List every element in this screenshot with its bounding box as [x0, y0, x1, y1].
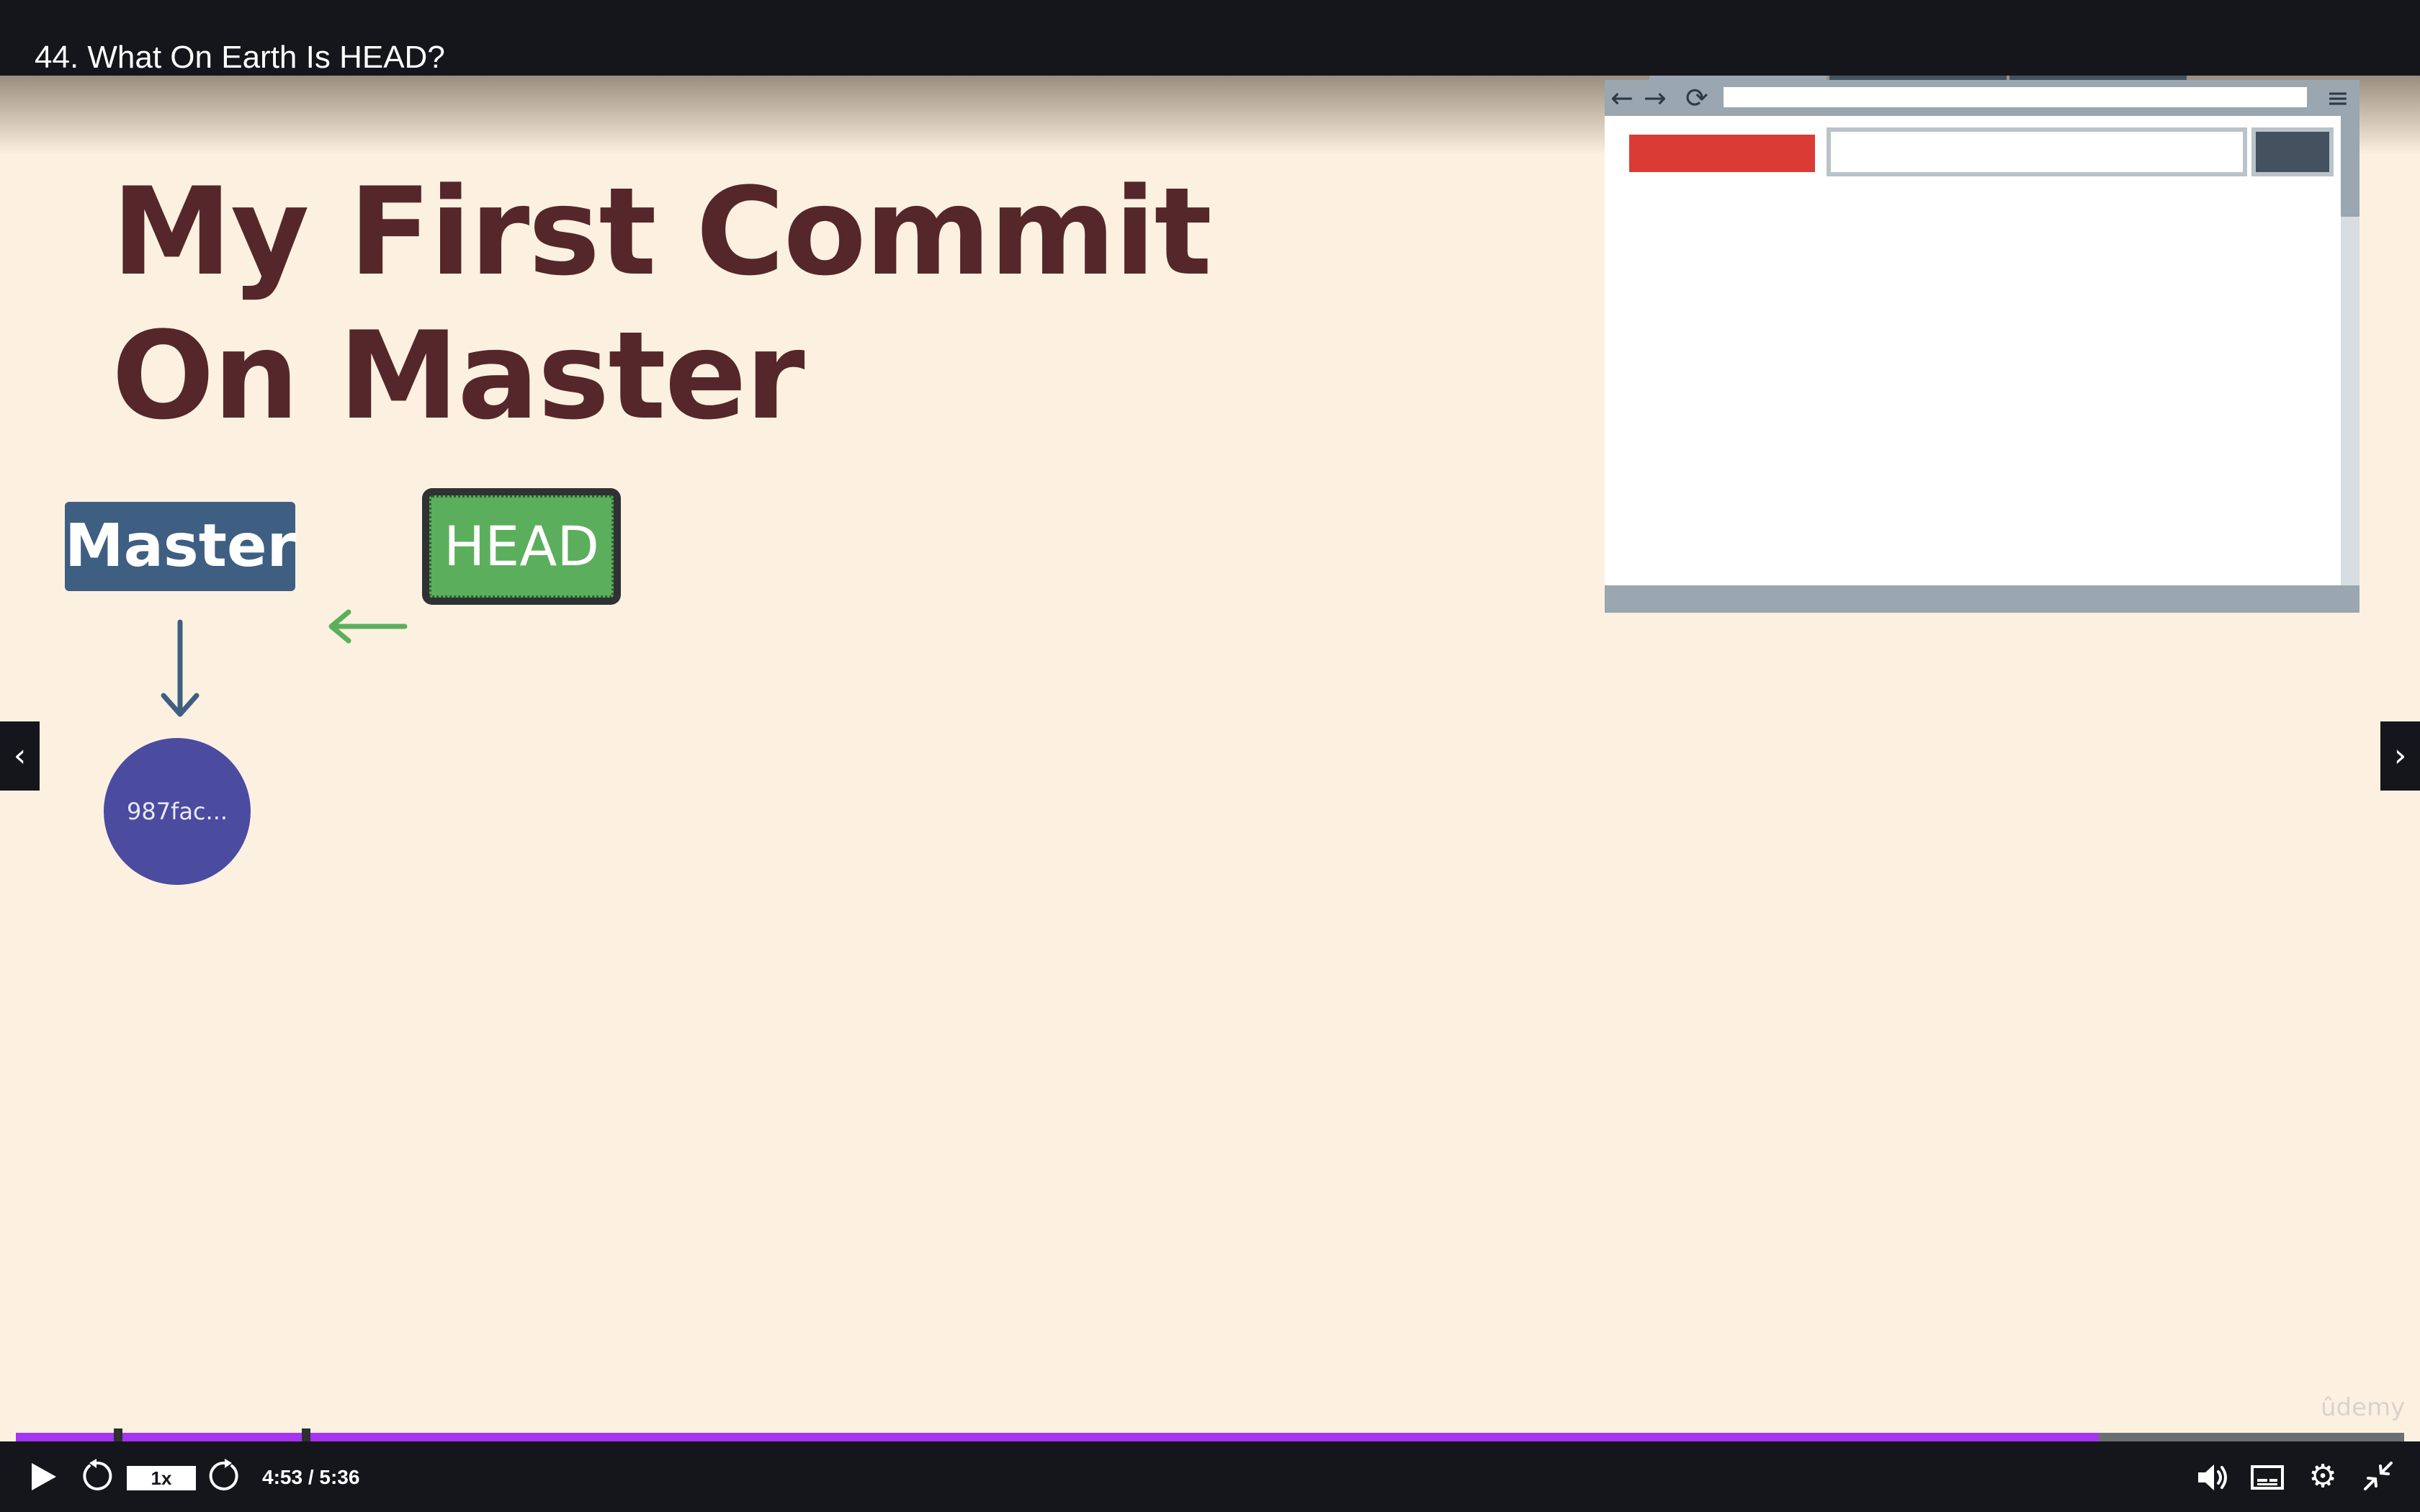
captions-icon [2251, 1465, 2284, 1490]
commit-node: 987fac... [104, 738, 251, 885]
url-bar [1724, 87, 2307, 107]
play-button[interactable] [29, 1462, 58, 1492]
page-logo-block [1629, 135, 1815, 172]
master-branch-label: Master [65, 502, 296, 591]
head-label: HEAD [429, 495, 614, 598]
play-icon [32, 1463, 56, 1490]
browser-status-bar [1605, 585, 2360, 613]
back-arrow-icon: ← [1610, 82, 1634, 114]
settings-icon: ⚙ [2308, 1458, 2337, 1495]
browser-scrollbar-thumb [2341, 116, 2360, 217]
lecture-title: 44. What On Earth Is HEAD? [35, 40, 445, 75]
slide-title: My First Commit On Master [112, 160, 1212, 448]
reload-icon: ⟳ [1685, 82, 1708, 114]
captions-button[interactable] [2250, 1464, 2285, 1490]
udemy-watermark: ûdemy [2321, 1393, 2406, 1422]
volume-icon [2198, 1464, 2227, 1490]
slide-title-line-2: On Master [112, 305, 805, 446]
rewind-button[interactable] [79, 1459, 114, 1493]
browser-scrollbar-track [2341, 116, 2360, 585]
playback-speed-button[interactable]: 1x [127, 1466, 196, 1490]
time-display: 4:53 / 5:36 [262, 1466, 360, 1488]
forward-arrow-icon: → [1644, 82, 1667, 114]
lecture-header: 44. What On Earth Is HEAD? [0, 0, 2420, 76]
exit-fullscreen-icon [2364, 1462, 2393, 1490]
branch-to-commit-arrow-icon [161, 619, 200, 717]
browser-page [1605, 116, 2360, 585]
head-pointer-box: HEAD [422, 488, 621, 605]
progress-bar[interactable] [16, 1428, 2404, 1446]
hamburger-menu-icon: ≡ [2326, 82, 2349, 114]
slide-title-line-1: My First Commit [112, 161, 1212, 302]
settings-button[interactable]: ⚙ [2306, 1460, 2339, 1493]
previous-lecture-button[interactable]: ‹ [0, 721, 40, 791]
player-controls: 1x 4:53 / 5:36 ⚙ [0, 1441, 2420, 1512]
rewind-icon [83, 1459, 112, 1490]
volume-button[interactable] [2195, 1462, 2230, 1493]
page-search-button [2251, 127, 2334, 176]
head-pointer-arrow-icon [328, 609, 408, 644]
browser-illustration: × × × ← → ⟳ ≡ [1605, 45, 2361, 613]
progress-fill [16, 1433, 2099, 1441]
browser-toolbar: ← → ⟳ ≡ [1605, 80, 2360, 116]
page-search-field [1827, 127, 2247, 176]
forward-button[interactable] [207, 1459, 242, 1493]
forward-icon [209, 1459, 238, 1490]
exit-fullscreen-button[interactable] [2362, 1460, 2394, 1492]
next-lecture-button[interactable]: › [2380, 721, 2420, 791]
